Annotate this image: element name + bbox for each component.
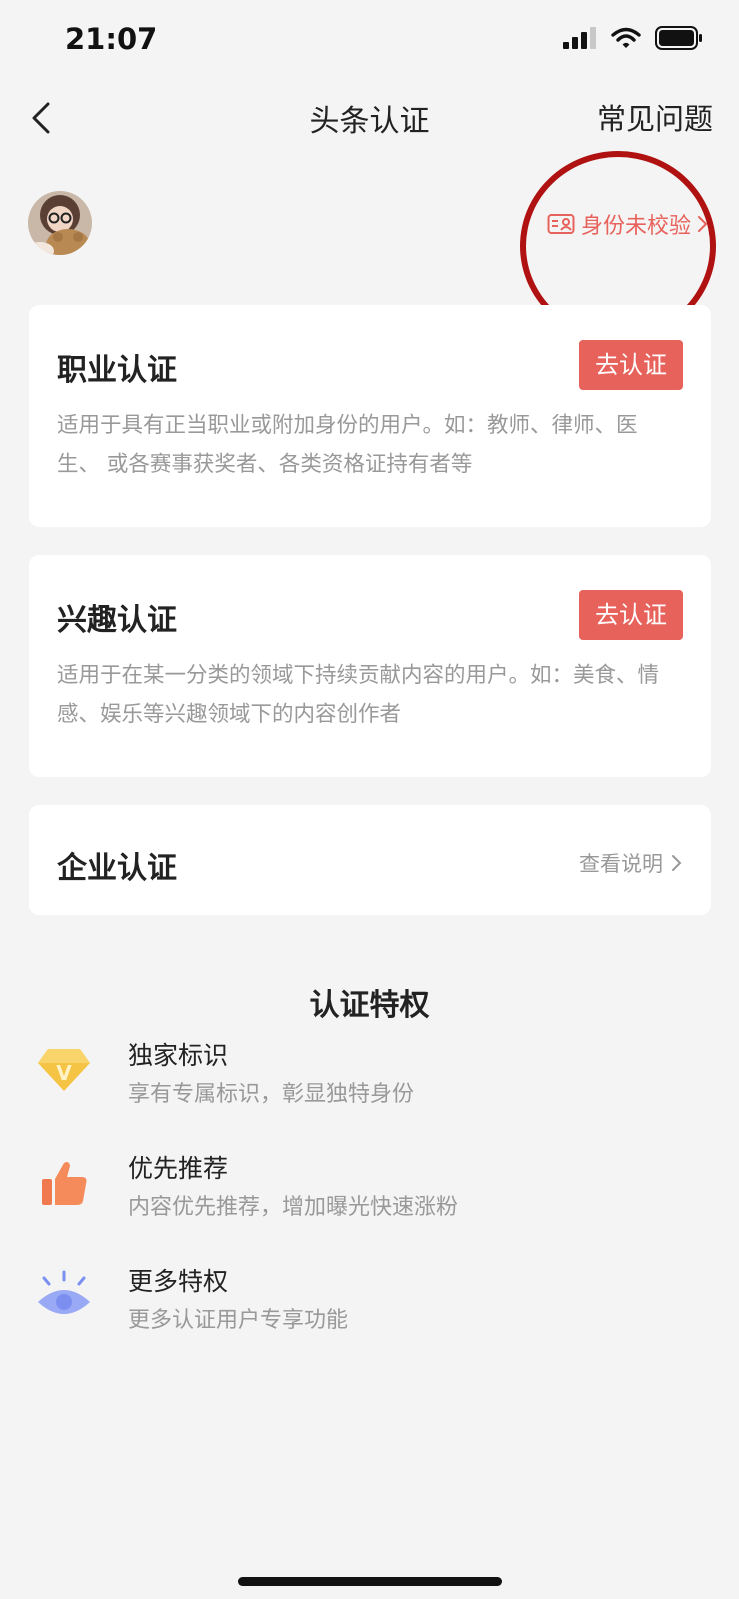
home-indicator[interactable] [238,1577,502,1586]
card-title: 兴趣认证 [57,603,177,638]
signal-icon [563,27,596,49]
privilege-item: V 独家标识 享有专属标识，彰显独特身份 [36,1036,696,1116]
chevron-right-icon [672,855,682,871]
avatar[interactable] [28,191,92,255]
interest-certify-button[interactable]: 去认证 [579,590,683,640]
card-title: 职业认证 [57,353,177,388]
privilege-desc: 享有专属标识，彰显独特身份 [128,1082,415,1107]
privilege-desc: 更多认证用户专享功能 [128,1308,349,1333]
view-explanation-link[interactable]: 查看说明 [579,848,683,878]
status-time: 21:07 [65,22,158,56]
privilege-desc: 内容优先推荐，增加曝光快速涨粉 [128,1195,459,1220]
privilege-item: 更多特权 更多认证用户专享功能 [36,1262,696,1342]
thumbs-up-icon [36,1155,92,1211]
privilege-item: 优先推荐 内容优先推荐，增加曝光快速涨粉 [36,1149,696,1229]
professional-certify-button[interactable]: 去认证 [579,340,683,390]
card-enterprise-certification[interactable]: 企业认证 查看说明 [29,805,711,915]
svg-text:V: V [56,1061,72,1085]
card-description: 适用于具有正当职业或附加身份的用户。如：教师、律师、医生、 或各赛事获奖者、各类… [57,413,638,477]
card-professional-certification: 职业认证 去认证 适用于具有正当职业或附加身份的用户。如：教师、律师、医生、 或… [29,305,711,527]
diamond-v-icon: V [36,1042,92,1098]
privilege-title: 优先推荐 [128,1154,229,1183]
battery-icon [655,26,702,50]
privilege-title: 更多特权 [128,1267,229,1296]
nav-bar: 头条认证 常见问题 [0,90,739,146]
privileges-title: 认证特权 [309,988,430,1023]
view-explanation-label: 查看说明 [579,852,663,876]
faq-link[interactable]: 常见问题 [597,96,713,138]
avatar-image [28,191,92,255]
status-icons [563,26,703,50]
privilege-title: 独家标识 [128,1041,229,1070]
eye-icon [36,1268,92,1324]
wifi-icon [611,27,641,48]
card-interest-certification: 兴趣认证 去认证 适用于在某一分类的领域下持续贡献内容的用户。如：美食、情感、娱… [29,555,711,777]
screen: 21:07 头条认证 常见问题 身份未校验 职业认证 去认证 适用于具有正当职业… [0,0,739,1599]
card-description: 适用于在某一分类的领域下持续贡献内容的用户。如：美食、情感、娱乐等兴趣领域下的内… [57,663,660,727]
card-title: 企业认证 [57,851,177,886]
